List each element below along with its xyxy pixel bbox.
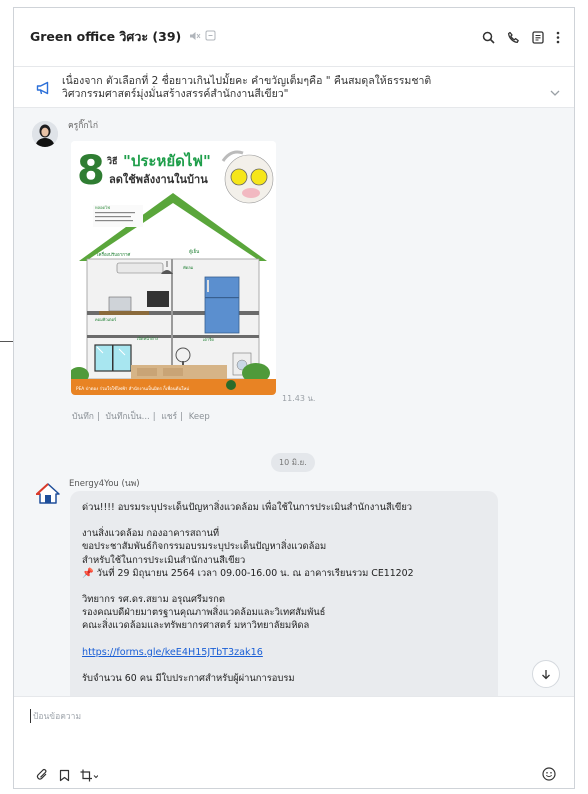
avatar[interactable] xyxy=(34,481,60,505)
chat-window: Green office วิศวะ (39) เนื่องจาก ตัวเลื… xyxy=(13,7,575,789)
svg-text:เปิดหน้าต่าง: เปิดหน้าต่าง xyxy=(137,336,158,341)
message-line: วิทยากร รศ.ดร.สยาม อรุณศรีมรกต xyxy=(82,594,225,606)
message-line: งานสิ่งแวดล้อม กองอาคารสถานที่ xyxy=(82,528,220,540)
message-line: สำหรับใช้ในการประเมินสำนักงานสีเขียว xyxy=(82,554,246,566)
message-line: ขอประชาสัมพันธ์กิจกรรมอบรมระบุประเด็นปัญ… xyxy=(82,541,327,553)
chat-title[interactable]: Green office วิศวะ (39) xyxy=(30,27,181,47)
action-share[interactable]: แชร์ xyxy=(161,412,177,422)
emoji-icon[interactable] xyxy=(542,766,556,785)
mute-icon xyxy=(189,31,201,44)
action-keep[interactable]: Keep xyxy=(189,412,210,422)
message-line: ด่วน!!!! อบรมระบุประเด็นปัญหาสิ่งแวดล้อม… xyxy=(82,502,413,513)
announcement-text: เนื่องจาก ตัวเลือกที่ 2 ชื่อยาวเกินไปมั้… xyxy=(62,75,432,100)
form-link[interactable]: https://forms.gle/keE4H15JTbT3zak16 xyxy=(82,647,263,658)
message-bubble[interactable]: ด่วน!!!! อบรมระบุประเด็นปัญหาสิ่งแวดล้อม… xyxy=(70,491,498,696)
image-actions: บันทึก | บันทึกเป็น... | แชร์ | Keep xyxy=(72,412,210,422)
message-line: รองคณบดีฝ่ายมาตรฐานคุณภาพสิ่งแวดล้อมและว… xyxy=(82,607,326,619)
chevron-down-icon[interactable] xyxy=(550,81,560,100)
svg-text:เครื่องปรับอากาศ: เครื่องปรับอากาศ xyxy=(97,251,130,258)
action-save-as[interactable]: บันทึกเป็น... xyxy=(106,412,150,422)
message-list[interactable]: ครูกิ๊กไก่ 8 วิธี "ประหยัดไฟ" ลดใช้พลังง… xyxy=(14,108,574,696)
avatar[interactable] xyxy=(32,121,58,147)
svg-text:พัดลม: พัดลม xyxy=(183,265,194,270)
svg-text:คอมพิวเตอร์: คอมพิวเตอร์ xyxy=(95,317,117,322)
more-menu-icon[interactable] xyxy=(556,31,560,44)
attach-icon[interactable] xyxy=(36,767,49,786)
message-time: 11.43 น. xyxy=(282,394,316,403)
bookmark-icon[interactable] xyxy=(59,767,70,786)
pin-icon: 📌 xyxy=(82,567,94,579)
poster-title-main: "ประหยัดไฟ" xyxy=(123,151,211,170)
date-separator: 10 มิ.ย. xyxy=(271,453,315,472)
call-icon[interactable] xyxy=(507,31,520,44)
message-input[interactable]: ป้อนข้อความ xyxy=(30,709,81,723)
message-line: คณะสิ่งแวดล้อมและทรัพยากรศาสตร์ มหาวิทยา… xyxy=(82,620,310,632)
message-line: วันที่ 29 มิถุนายน 2564 เวลา 09.00-16.00… xyxy=(96,567,414,579)
megaphone-icon xyxy=(36,80,52,99)
chat-header: Green office วิศวะ (39) xyxy=(14,8,574,66)
svg-text:หลอดไฟ: หลอดไฟ xyxy=(95,205,110,210)
action-save[interactable]: บันทึก xyxy=(72,412,94,422)
scroll-down-button[interactable] xyxy=(532,660,560,688)
message-line: รับจำนวน 60 คน มีใบประกาศสำหรับผู้ผ่านกา… xyxy=(82,672,295,684)
tag-icon[interactable] xyxy=(205,30,216,44)
svg-text:เตารีด: เตารีด xyxy=(203,337,214,342)
crop-screenshot-icon[interactable] xyxy=(80,767,99,786)
search-icon[interactable] xyxy=(482,31,495,44)
notes-icon[interactable] xyxy=(532,30,544,44)
poster-subtitle: ลดใช้พลังงานในบ้าน xyxy=(109,172,208,186)
poster-title-word: วิธี xyxy=(106,156,117,167)
composer: ป้อนข้อความ xyxy=(14,696,574,788)
sender-name: ครูกิ๊กไก่ xyxy=(68,121,98,131)
announcement-bar[interactable]: เนื่องจาก ตัวเลือกที่ 2 ชื่อยาวเกินไปมั้… xyxy=(14,66,574,108)
sender-name: Energy4You (นพ) xyxy=(69,479,140,489)
poster-title-number: 8 xyxy=(77,148,105,194)
arrow-down-icon xyxy=(541,665,551,684)
poster-image[interactable]: 8 วิธี "ประหยัดไฟ" ลดใช้พลังงานในบ้าน หล… xyxy=(71,141,276,395)
